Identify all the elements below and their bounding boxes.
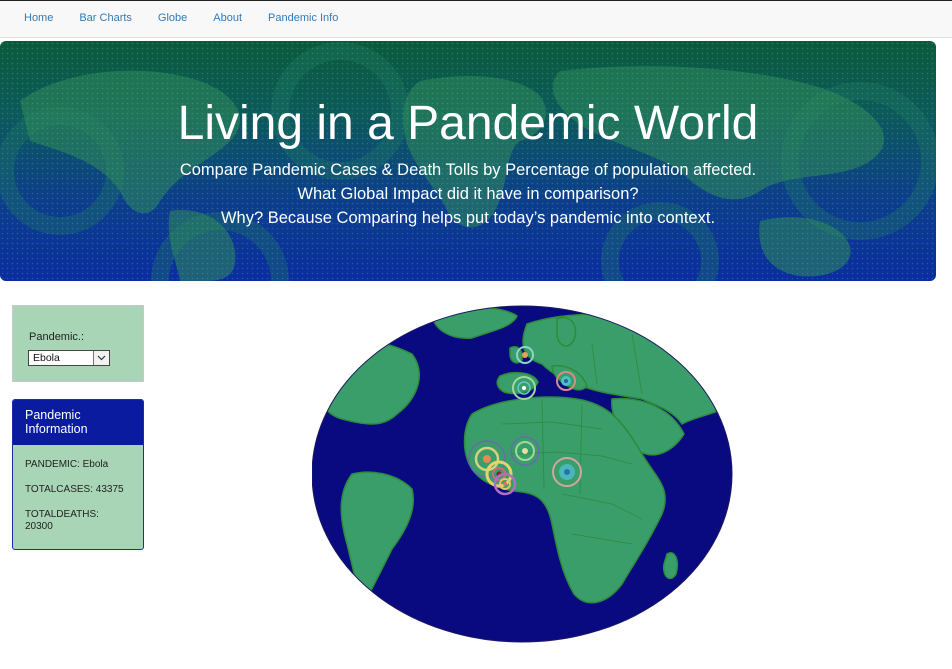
info-total-deaths: TOTALDEATHS: 20300: [25, 509, 99, 532]
pandemic-select-label: Pandemic.:: [29, 331, 85, 343]
nav-list: Home Bar Charts Globe About Pandemic Inf…: [0, 1, 952, 35]
pandemic-select-value: Ebola: [33, 352, 60, 364]
pandemic-info-panel: Pandemic Information PANDEMIC: Ebola TOT…: [12, 399, 144, 550]
pandemic-select[interactable]: Ebola: [28, 350, 110, 366]
info-panel-body: PANDEMIC: Ebola TOTALCASES: 43375 TOTALD…: [13, 445, 143, 533]
info-total-cases: TOTALCASES: 43375: [25, 484, 124, 495]
hero-subtitle-line-2: What Global Impact did it have in compar…: [297, 185, 639, 203]
nav-pandemic-info-link[interactable]: Pandemic Info: [255, 1, 351, 35]
chevron-down-icon[interactable]: [93, 351, 109, 365]
hero-title: Living in a Pandemic World: [177, 97, 759, 150]
pandemic-selector-panel: Pandemic.: Ebola: [12, 305, 144, 382]
top-navbar: Home Bar Charts Globe About Pandemic Inf…: [0, 0, 952, 38]
nav-bar-charts-link[interactable]: Bar Charts: [66, 1, 145, 35]
hero-subtitle-line-1: Compare Pandemic Cases & Death Tolls by …: [179, 161, 757, 179]
nav-about-link[interactable]: About: [200, 1, 255, 35]
info-pandemic-name: PANDEMIC: Ebola: [25, 459, 109, 470]
globe-map[interactable]: [312, 304, 734, 644]
hero-banner: Living in a Pandemic World Compare Pande…: [0, 41, 936, 281]
marker-mali[interactable]: [510, 436, 540, 466]
info-panel-heading: Pandemic Information: [13, 400, 143, 445]
nav-globe-link[interactable]: Globe: [145, 1, 200, 35]
hero-subtitle-line-3: Why? Because Comparing helps put today’s…: [220, 209, 716, 227]
nav-home-link[interactable]: Home: [11, 1, 66, 35]
